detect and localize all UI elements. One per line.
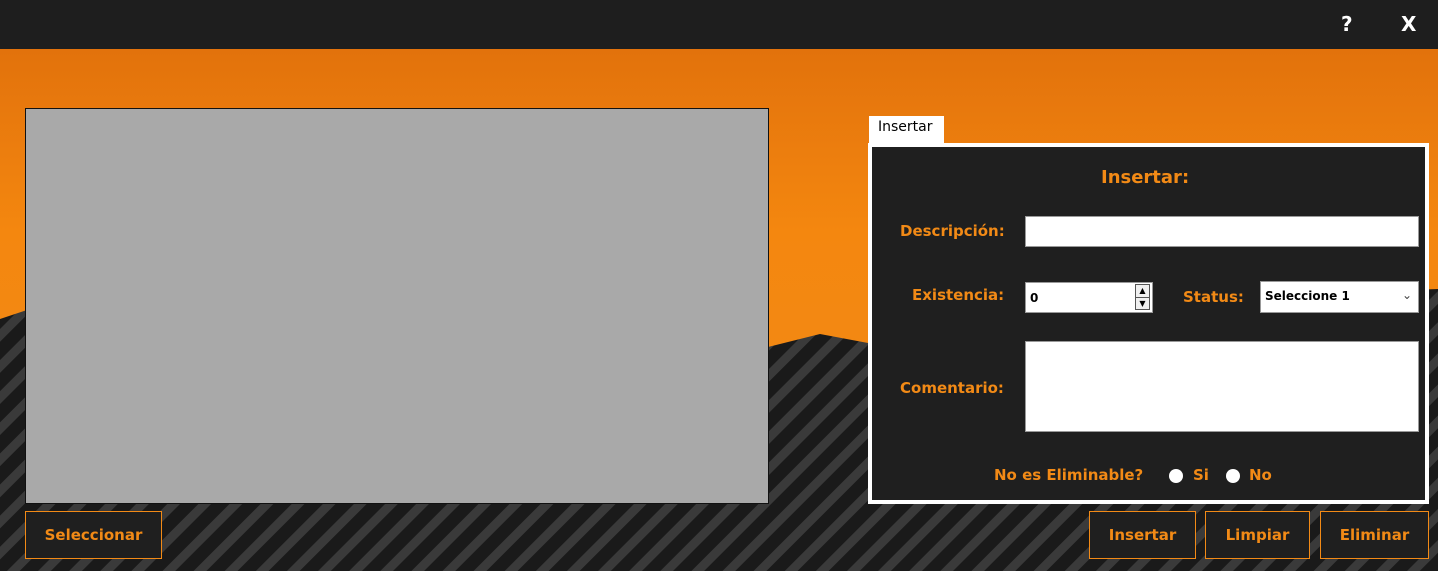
chevron-down-icon: ⌄ bbox=[1401, 288, 1412, 302]
insert-button[interactable]: Insertar bbox=[1089, 511, 1196, 559]
comentario-label: Comentario: bbox=[900, 379, 1004, 397]
existencia-value: 0 bbox=[1030, 291, 1039, 305]
radio-si-label: Si bbox=[1193, 466, 1209, 484]
clear-button[interactable]: Limpiar bbox=[1205, 511, 1310, 559]
image-preview-area bbox=[25, 108, 769, 504]
comentario-textarea[interactable] bbox=[1025, 341, 1419, 432]
stepper-arrows[interactable]: ▲ ▼ bbox=[1135, 284, 1150, 310]
insert-form: Insertar: Descripción: Existencia: 0 ▲ ▼… bbox=[872, 147, 1425, 500]
radio-no-label: No bbox=[1249, 466, 1272, 484]
status-selected-value: Seleccione 1 bbox=[1265, 289, 1350, 303]
form-heading: Insertar: bbox=[1101, 167, 1190, 188]
select-button[interactable]: Seleccionar bbox=[25, 511, 162, 559]
close-button[interactable]: X bbox=[1401, 10, 1416, 38]
insert-panel: Insertar: Descripción: Existencia: 0 ▲ ▼… bbox=[868, 143, 1429, 504]
status-select[interactable]: Seleccione 1 ⌄ bbox=[1260, 281, 1419, 313]
radio-no[interactable] bbox=[1226, 469, 1240, 483]
stepper-up-icon[interactable]: ▲ bbox=[1136, 285, 1149, 298]
tab-insertar[interactable]: Insertar bbox=[869, 116, 944, 144]
existencia-stepper[interactable]: 0 ▲ ▼ bbox=[1025, 282, 1153, 313]
radio-si[interactable] bbox=[1169, 469, 1183, 483]
help-button[interactable]: ? bbox=[1341, 10, 1353, 38]
descripcion-label: Descripción: bbox=[900, 222, 1005, 240]
existencia-label: Existencia: bbox=[912, 286, 1005, 304]
eliminable-label: No es Eliminable? bbox=[994, 466, 1144, 484]
delete-button[interactable]: Eliminar bbox=[1320, 511, 1429, 559]
status-label: Status: bbox=[1183, 288, 1244, 306]
descripcion-input[interactable] bbox=[1025, 216, 1419, 247]
stepper-down-icon[interactable]: ▼ bbox=[1136, 298, 1149, 310]
title-bar: ? X bbox=[0, 0, 1438, 49]
